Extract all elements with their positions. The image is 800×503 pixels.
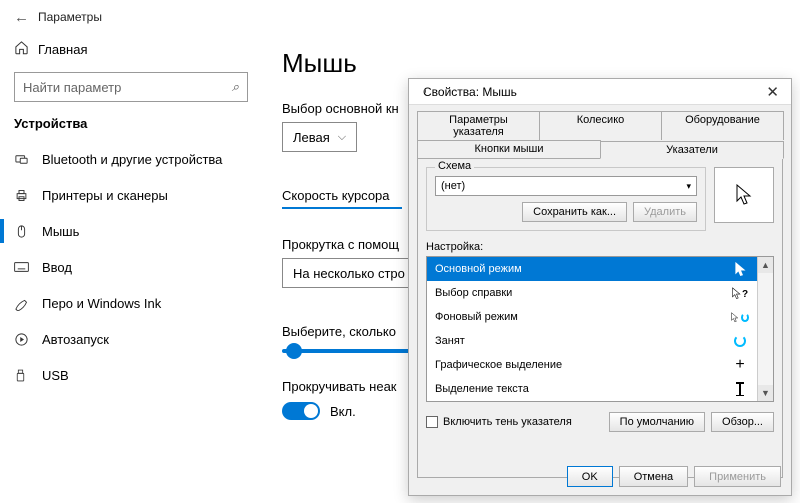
tab-pointers[interactable]: Указатели xyxy=(600,141,784,159)
tab-hardware[interactable]: Оборудование xyxy=(661,111,784,140)
home-icon xyxy=(14,40,38,58)
browse-button[interactable]: Обзор... xyxy=(711,412,774,432)
scheme-legend: Схема xyxy=(435,160,474,172)
scheme-value: (нет) xyxy=(441,180,465,192)
search-placeholder: Найти параметр xyxy=(23,80,121,95)
scheme-dropdown[interactable]: (нет) ▾ xyxy=(435,176,697,196)
primary-button-dropdown[interactable]: Левая ⌵ xyxy=(282,122,357,152)
keyboard-icon xyxy=(14,261,42,273)
scroll-with-dropdown[interactable]: На несколько стро xyxy=(282,258,416,288)
list-item-text-select[interactable]: Выделение текста xyxy=(427,377,757,401)
home-link[interactable]: Главная xyxy=(14,34,248,64)
list-item-label: Занят xyxy=(435,335,465,347)
dialog-title: Свойства: Мышь xyxy=(423,85,517,99)
titlebar: ← Параметры xyxy=(0,0,800,34)
sidebar-item-label: Перо и Windows Ink xyxy=(42,296,161,311)
dropdown-value: На несколько стро xyxy=(293,266,405,281)
pointer-shadow-checkbox[interactable]: Включить тень указателя xyxy=(426,416,572,428)
list-item-label: Графическое выделение xyxy=(435,359,562,371)
section-header: Устройства xyxy=(14,116,248,131)
use-default-button[interactable]: По умолчанию xyxy=(609,412,705,432)
close-icon[interactable]: ✕ xyxy=(762,83,783,101)
tab-pane-pointers: Схема (нет) ▾ Сохранить как... Удалить Н… xyxy=(417,158,783,478)
list-item-busy[interactable]: Занят xyxy=(427,329,757,353)
list-item-working-background[interactable]: Фоновый режим xyxy=(427,305,757,329)
list-item-label: Фоновый режим xyxy=(435,311,518,323)
scheme-groupbox: Схема (нет) ▾ Сохранить как... Удалить xyxy=(426,167,706,231)
cancel-button[interactable]: Отмена xyxy=(619,466,688,487)
search-icon: ⌕ xyxy=(232,79,239,95)
dialog-titlebar: Свойства: Мышь ✕ xyxy=(409,79,791,105)
mouse-icon xyxy=(14,224,42,239)
back-icon[interactable]: ← xyxy=(14,9,38,26)
sidebar-item-typing[interactable]: Ввод xyxy=(14,249,248,285)
sidebar-item-usb[interactable]: USB xyxy=(14,357,248,393)
accent-underline xyxy=(282,207,402,209)
dialog-button-row: OK Отмена Применить xyxy=(567,466,781,487)
customize-label: Настройка: xyxy=(426,241,774,253)
cursor-preview xyxy=(714,167,774,223)
list-item-help-select[interactable]: Выбор справки ? xyxy=(427,281,757,305)
cursor-help-icon: ? xyxy=(731,287,749,300)
sidebar: Главная Найти параметр ⌕ Устройства Blue… xyxy=(0,34,262,420)
tab-pointer-options[interactable]: Параметры указателя xyxy=(417,111,540,140)
sidebar-item-bluetooth[interactable]: Bluetooth и другие устройства xyxy=(14,141,248,177)
devices-icon xyxy=(14,152,42,167)
chevron-down-icon: ▾ xyxy=(686,181,691,192)
cursor-text-icon xyxy=(731,382,749,396)
apply-button: Применить xyxy=(694,466,781,487)
save-as-button[interactable]: Сохранить как... xyxy=(522,202,627,222)
cursor-working-icon xyxy=(731,311,749,324)
scroll-down-icon[interactable]: ▼ xyxy=(758,385,773,401)
sidebar-item-label: USB xyxy=(42,368,69,383)
listbox-scrollbar[interactable]: ▲ ▼ xyxy=(757,257,773,401)
tabstrip: Параметры указателя Колесико Оборудовани… xyxy=(409,105,791,158)
checkbox-box xyxy=(426,416,438,428)
sidebar-item-label: Мышь xyxy=(42,224,79,239)
checkbox-label: Включить тень указателя xyxy=(443,416,572,428)
ok-button[interactable]: OK xyxy=(567,466,613,487)
usb-icon xyxy=(14,368,42,383)
tab-wheel[interactable]: Колесико xyxy=(539,111,662,140)
mouse-properties-dialog: Свойства: Мышь ✕ Параметры указателя Кол… xyxy=(408,78,792,496)
sidebar-item-printers[interactable]: Принтеры и сканеры xyxy=(14,177,248,213)
list-item-label: Выбор справки xyxy=(435,287,512,299)
home-label: Главная xyxy=(38,42,87,57)
autoplay-icon xyxy=(14,332,42,347)
scroll-up-icon[interactable]: ▲ xyxy=(758,257,773,273)
window-title: Параметры xyxy=(38,10,102,24)
cursor-arrow-icon xyxy=(731,262,749,277)
sidebar-item-pen[interactable]: Перо и Windows Ink xyxy=(14,285,248,321)
dropdown-value: Левая xyxy=(293,130,330,145)
list-item-label: Основной режим xyxy=(435,263,522,275)
list-item-normal-select[interactable]: Основной режим xyxy=(427,257,757,281)
cursor-precision-icon: + xyxy=(731,357,749,373)
pointer-listbox[interactable]: Основной режим Выбор справки ? Фоновый р… xyxy=(426,256,774,402)
sidebar-item-label: Ввод xyxy=(42,260,72,275)
chevron-down-icon: ⌵ xyxy=(338,131,346,144)
sidebar-item-label: Автозапуск xyxy=(42,332,109,347)
sidebar-item-label: Bluetooth и другие устройства xyxy=(42,152,222,167)
slider-thumb[interactable] xyxy=(286,343,302,359)
sidebar-item-label: Принтеры и сканеры xyxy=(42,188,168,203)
delete-button: Удалить xyxy=(633,202,697,222)
list-item-label: Выделение текста xyxy=(435,383,529,395)
toggle-state: Вкл. xyxy=(330,404,356,419)
search-input[interactable]: Найти параметр ⌕ xyxy=(14,72,248,102)
sidebar-item-autoplay[interactable]: Автозапуск xyxy=(14,321,248,357)
list-item-precision-select[interactable]: Графическое выделение + xyxy=(427,353,757,377)
page-title: Мышь xyxy=(282,48,780,79)
sidebar-item-mouse[interactable]: Мышь xyxy=(14,213,248,249)
printer-icon xyxy=(14,188,42,203)
pen-icon xyxy=(14,296,42,311)
tab-buttons[interactable]: Кнопки мыши xyxy=(417,140,601,158)
cursor-busy-icon xyxy=(731,335,749,347)
